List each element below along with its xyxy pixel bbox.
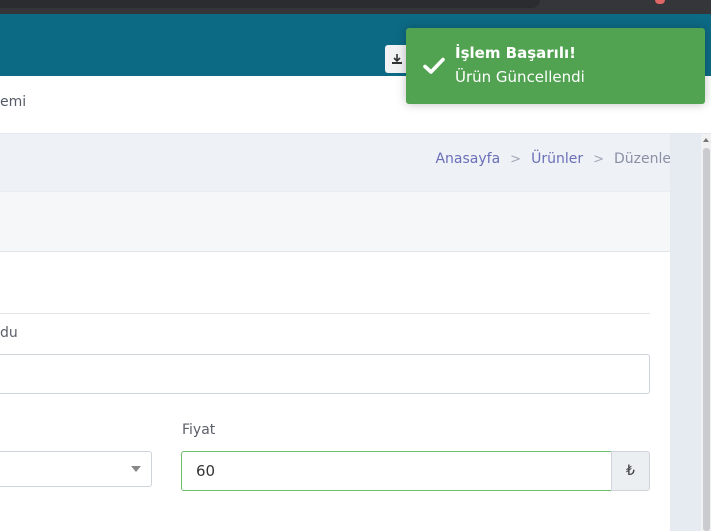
breadcrumb-products[interactable]: Ürünler xyxy=(531,151,583,167)
price-input[interactable]: 60 xyxy=(181,451,612,491)
menu-item-partial[interactable]: emi xyxy=(0,94,26,110)
scrollbar-thumb[interactable] xyxy=(703,148,710,531)
select-field[interactable] xyxy=(0,451,152,487)
currency-addon: ₺ xyxy=(611,451,650,491)
caret-down-icon xyxy=(131,466,141,472)
scroll-up-icon[interactable] xyxy=(703,138,709,142)
success-toast[interactable]: İşlem Başarılı! Ürün Güncellendi xyxy=(406,28,705,104)
breadcrumb-separator: > xyxy=(510,151,522,167)
check-icon xyxy=(423,57,445,74)
browser-indicator xyxy=(655,0,665,4)
download-icon xyxy=(392,54,402,64)
browser-tab-strip xyxy=(0,0,711,14)
card-header xyxy=(0,192,670,252)
breadcrumb-home[interactable]: Anasayfa xyxy=(435,151,500,167)
field-label-partial: du xyxy=(0,325,18,341)
edit-form-card: du Fiyat 60 ₺ xyxy=(0,192,670,531)
text-field[interactable] xyxy=(0,354,650,394)
form-divider xyxy=(0,313,650,314)
page-gutter xyxy=(670,134,701,531)
price-label: Fiyat xyxy=(182,422,216,438)
toast-message: Ürün Güncellendi xyxy=(455,68,585,86)
scrollbar[interactable] xyxy=(702,134,711,531)
breadcrumb-separator: > xyxy=(593,151,604,167)
breadcrumb-current: Düzenle xyxy=(614,151,671,167)
toast-title: İşlem Başarılı! xyxy=(455,44,576,62)
breadcrumb: Anasayfa > Ürünler > Düzenle xyxy=(435,151,671,167)
browser-tab[interactable] xyxy=(0,0,540,8)
